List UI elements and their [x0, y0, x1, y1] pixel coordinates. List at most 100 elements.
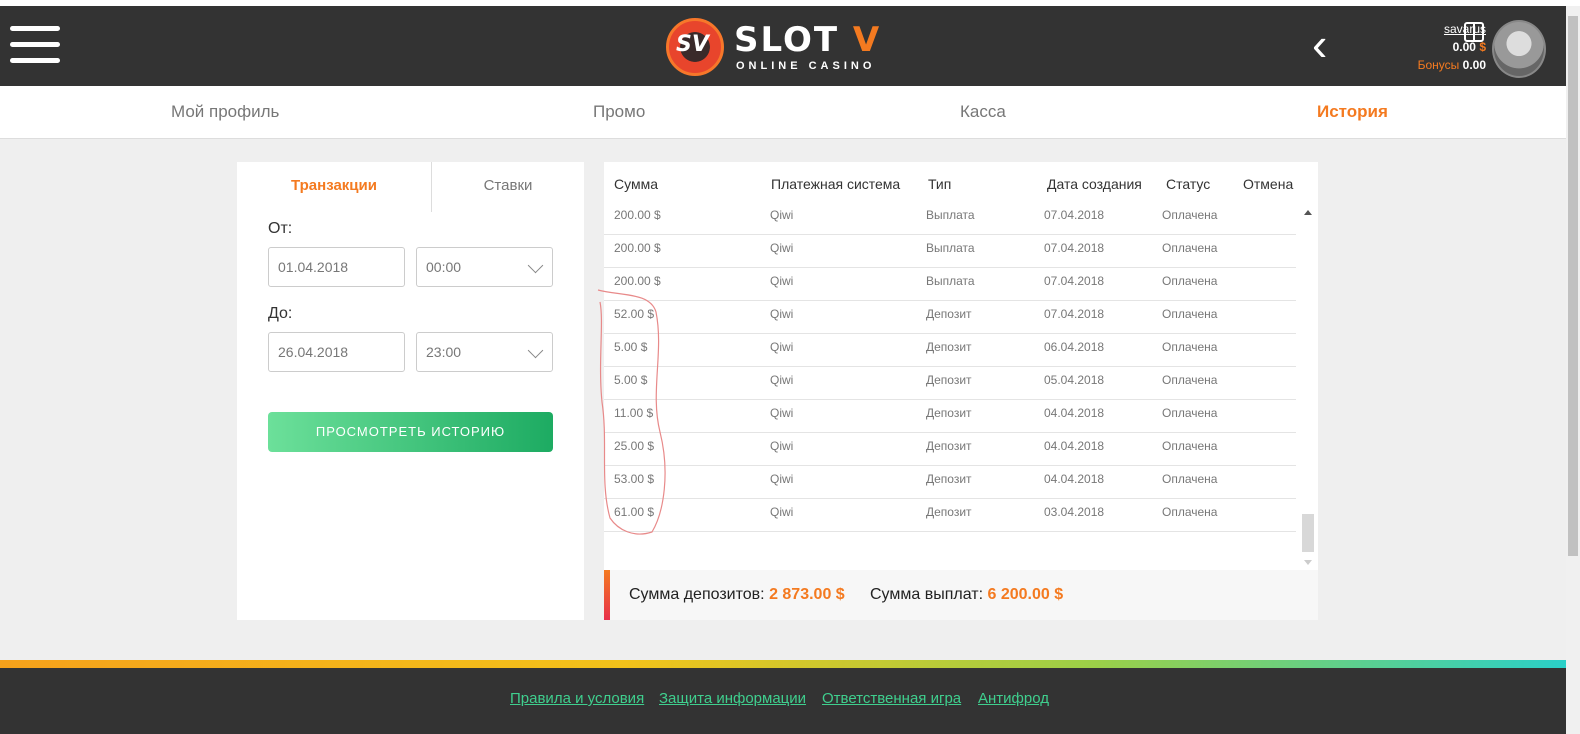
- tab-transactions[interactable]: Транзакции: [237, 162, 431, 212]
- col-payment-system: Платежная система: [771, 176, 901, 192]
- col-cancel: Отмена: [1243, 176, 1294, 192]
- cell-created-date: 05.04.2018: [1044, 373, 1105, 387]
- cell-type: Выплата: [926, 241, 975, 255]
- cell-amount: 53.00 $: [614, 472, 655, 486]
- payouts-total-value: 6 200.00 $: [987, 586, 1064, 603]
- cell-payment-system: Qiwi: [770, 406, 794, 420]
- cell-payment-system: Qiwi: [770, 505, 794, 519]
- cell-created-date: 07.04.2018: [1044, 274, 1105, 288]
- cell-type: Выплата: [926, 274, 975, 288]
- profile-nav: Мой профиль Промо Касса История: [0, 86, 1566, 139]
- col-type: Тип: [928, 176, 952, 192]
- cell-payment-system: Qiwi: [770, 241, 794, 255]
- table-row: 200.00 $ Qiwi Выплата 07.04.2018 Оплачена: [604, 202, 1296, 235]
- to-label: До:: [268, 305, 293, 322]
- table-scrollbar-thumb[interactable]: [1302, 514, 1314, 552]
- to-time-select[interactable]: 23:00: [416, 332, 553, 372]
- bonus-label: Бонусы: [1417, 58, 1460, 72]
- from-time-value: 00:00: [426, 259, 462, 275]
- scroll-down-icon[interactable]: [1304, 560, 1312, 565]
- cell-amount: 5.00 $: [614, 340, 648, 354]
- cell-created-date: 04.04.2018: [1044, 439, 1105, 453]
- chevron-down-icon: [530, 345, 544, 359]
- table-row: 61.00 $ Qiwi Депозит 03.04.2018 Оплачена: [604, 499, 1296, 532]
- footer-divider: [0, 660, 1566, 668]
- deposits-total-value: 2 873.00 $: [769, 586, 845, 603]
- menu-icon[interactable]: [10, 26, 60, 68]
- cell-amount: 11.00 $: [614, 406, 654, 420]
- table-row: 53.00 $ Qiwi Депозит 04.04.2018 Оплачена: [604, 466, 1296, 499]
- table-row: 200.00 $ Qiwi Выплата 07.04.2018 Оплачена: [604, 268, 1296, 301]
- table-row: 52.00 $ Qiwi Депозит 07.04.2018 Оплачена: [604, 301, 1296, 334]
- cell-status: Оплачена: [1162, 208, 1218, 222]
- cell-created-date: 03.04.2018: [1044, 505, 1105, 519]
- from-time-select[interactable]: 00:00: [416, 247, 553, 287]
- tab-bets[interactable]: Ставки: [432, 162, 584, 212]
- nav-my-profile[interactable]: Мой профиль: [171, 102, 279, 122]
- site-header: SV SLOT V ONLINE CASINO ‹ savarus 0.00 $…: [0, 6, 1566, 86]
- avatar[interactable]: [1492, 20, 1546, 78]
- nav-history[interactable]: История: [1317, 102, 1388, 122]
- cell-status: Оплачена: [1162, 307, 1218, 321]
- table-row: 11.00 $ Qiwi Депозит 04.04.2018 Оплачена: [604, 400, 1296, 433]
- table-row: 5.00 $ Qiwi Депозит 06.04.2018 Оплачена: [604, 334, 1296, 367]
- cell-status: Оплачена: [1162, 241, 1218, 255]
- nav-promo[interactable]: Промо: [593, 102, 645, 122]
- cell-payment-system: Qiwi: [770, 208, 794, 222]
- cell-payment-system: Qiwi: [770, 439, 794, 453]
- footer-link-responsible-gaming[interactable]: Ответственная игра: [822, 690, 961, 707]
- footer-link-privacy[interactable]: Защита информации: [659, 690, 806, 707]
- cell-created-date: 04.04.2018: [1044, 406, 1105, 420]
- chevron-left-icon[interactable]: ‹: [1312, 21, 1346, 68]
- cell-status: Оплачена: [1162, 505, 1218, 519]
- cell-status: Оплачена: [1162, 340, 1218, 354]
- view-history-button[interactable]: ПРОСМОТРЕТЬ ИСТОРИЮ: [268, 412, 553, 452]
- from-label: От:: [268, 220, 293, 237]
- cell-status: Оплачена: [1162, 373, 1218, 387]
- col-created-date: Дата создания: [1047, 176, 1142, 192]
- balance-value: 0.00: [1452, 40, 1476, 54]
- history-filter-panel: Транзакции Ставки От: 01.04.2018 00:00 Д…: [237, 162, 584, 620]
- site-logo[interactable]: SV SLOT V ONLINE CASINO: [666, 16, 896, 80]
- scroll-up-icon[interactable]: [1304, 210, 1312, 215]
- cell-amount: 5.00 $: [614, 373, 648, 387]
- cell-type: Депозит: [926, 472, 972, 486]
- cell-amount: 61.00 $: [614, 505, 655, 519]
- page-scrollbar[interactable]: [1566, 6, 1580, 734]
- cell-type: Депозит: [926, 340, 972, 354]
- history-subtabs: Транзакции Ставки: [237, 162, 584, 212]
- payouts-total-label: Сумма выплат:: [870, 586, 984, 603]
- cell-type: Депозит: [926, 439, 972, 453]
- logo-title: SLOT V: [734, 20, 881, 60]
- to-date-input[interactable]: 26.04.2018: [268, 332, 405, 372]
- from-date-input[interactable]: 01.04.2018: [268, 247, 405, 287]
- deposits-total-label: Сумма депозитов:: [629, 586, 765, 603]
- col-status: Статус: [1166, 176, 1211, 192]
- cell-amount: 200.00 $: [614, 241, 661, 255]
- logo-title-main: SLOT: [734, 20, 853, 60]
- table-scrollbar[interactable]: [1302, 206, 1314, 568]
- cell-type: Депозит: [926, 406, 972, 420]
- cell-payment-system: Qiwi: [770, 373, 794, 387]
- balance: 0.00 $: [1400, 40, 1486, 54]
- cell-payment-system: Qiwi: [770, 274, 794, 288]
- cell-type: Выплата: [926, 208, 975, 222]
- cell-created-date: 07.04.2018: [1044, 307, 1105, 321]
- cell-amount: 25.00 $: [614, 439, 655, 453]
- cell-status: Оплачена: [1162, 274, 1218, 288]
- cell-created-date: 07.04.2018: [1044, 208, 1105, 222]
- table-row: 25.00 $ Qiwi Депозит 04.04.2018 Оплачена: [604, 433, 1296, 466]
- totals-bar: Сумма депозитов: 2 873.00 $ Сумма выплат…: [604, 570, 1318, 620]
- logo-subtitle: ONLINE CASINO: [736, 60, 876, 72]
- balance-currency: $: [1479, 40, 1486, 54]
- gift-icon[interactable]: [1464, 22, 1484, 42]
- nav-cashier[interactable]: Касса: [960, 102, 1006, 122]
- footer-link-terms[interactable]: Правила и условия: [510, 690, 644, 707]
- to-time-value: 23:00: [426, 344, 462, 360]
- transactions-table: Сумма Платежная система Тип Дата создани…: [604, 162, 1318, 570]
- cell-payment-system: Qiwi: [770, 307, 794, 321]
- footer-link-antifraud[interactable]: Антифрод: [978, 690, 1049, 707]
- page-scrollbar-thumb[interactable]: [1568, 16, 1578, 556]
- cell-created-date: 07.04.2018: [1044, 241, 1105, 255]
- cell-type: Депозит: [926, 373, 972, 387]
